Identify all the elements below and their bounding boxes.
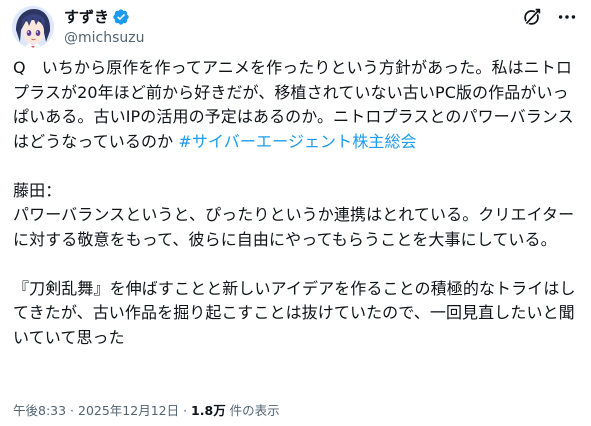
tweet-header: すずき @michsuzu [12, 6, 579, 50]
meta-separator-2: · [179, 403, 192, 418]
avatar[interactable] [12, 6, 54, 48]
views-count[interactable]: 1.8万 [191, 403, 226, 418]
display-name[interactable]: すずき [64, 7, 109, 27]
header-actions [521, 6, 579, 28]
display-name-row: すずき [64, 7, 145, 27]
tweet-text: Q いちから原作を作ってアニメを作ったりという方針があった。私はニトロプラスが2… [13, 56, 579, 350]
anime-character-avatar [12, 6, 54, 48]
hashtag-link[interactable]: #サイバーエージェント株主総会 [178, 132, 416, 151]
tweet-time: 午後8:33 [13, 403, 67, 418]
meta-separator: · [66, 403, 78, 418]
author-names: すずき @michsuzu [64, 7, 145, 48]
grok-icon[interactable] [521, 6, 543, 28]
tweet-date: 2025年12月12日 [78, 403, 180, 418]
tweet-answer-text: 藤田： パワーバランスというと、ぴったりというか連携はとれている。クリエイターに… [13, 180, 576, 347]
verified-badge-icon[interactable] [112, 8, 130, 26]
views-label: 件の表示 [225, 403, 280, 418]
author-handle[interactable]: @michsuzu [64, 28, 145, 48]
tweet-metadata: 午後8:33 · 2025年12月12日 · 1.8万 件の表示 [13, 400, 280, 419]
more-options-icon[interactable] [555, 6, 579, 28]
tweet-timestamp[interactable]: 午後8:33 · 2025年12月12日 [13, 403, 179, 418]
